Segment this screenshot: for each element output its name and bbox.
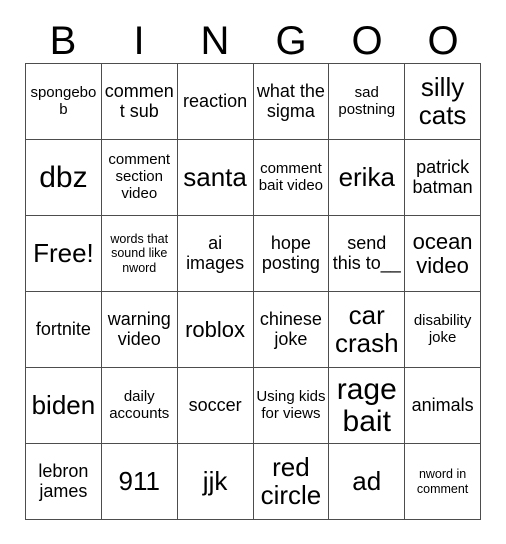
bingo-cell-label: ai images: [186, 232, 245, 273]
bingo-cell[interactable]: 911: [101, 444, 178, 520]
bingo-card: B I N G O O spongebob comment sub reaction…: [0, 0, 506, 544]
bingo-cell-label: comment section video: [108, 151, 171, 202]
bingo-cell-label: comment bait video: [258, 159, 324, 194]
bingo-cell[interactable]: comment sub: [101, 64, 178, 140]
bingo-cell-label: biden: [31, 389, 96, 420]
bingo-cell-label: 911: [118, 465, 160, 496]
bingo-cell-label: warning video: [107, 308, 171, 349]
bingo-cell[interactable]: roblox: [177, 292, 254, 368]
bingo-cell-label: spongebob: [30, 83, 97, 118]
bingo-cell[interactable]: animals: [405, 368, 481, 444]
bingo-cell[interactable]: chinese joke: [253, 292, 330, 368]
bingo-cell-label: ad: [352, 465, 382, 496]
bingo-cell[interactable]: what the sigma: [253, 64, 330, 140]
bingo-cell-label: send this to__: [332, 232, 401, 273]
header-letter-4: O: [351, 19, 383, 63]
bingo-cell-label: fortnite: [35, 318, 91, 339]
bingo-cell-label: patrick batman: [412, 156, 473, 197]
bingo-cell-label: disability joke: [413, 311, 472, 346]
bingo-cell[interactable]: comment bait video: [253, 140, 330, 216]
bingo-cell-label: daily accounts: [109, 387, 170, 422]
bingo-cell-label: soccer: [188, 394, 242, 415]
bingo-cell[interactable]: Free!: [26, 216, 102, 292]
bingo-cell[interactable]: rage bait: [329, 368, 406, 444]
bingo-cell[interactable]: hope posting: [253, 216, 330, 292]
bingo-cell-label: reaction: [183, 90, 248, 111]
bingo-cell-label: car crash: [334, 300, 399, 358]
bingo-cell[interactable]: erika: [329, 140, 406, 216]
header-letter-5: O: [427, 19, 459, 63]
bingo-header-row: B I N G O O: [25, 14, 481, 63]
bingo-cell[interactable]: sad postning: [329, 64, 406, 140]
bingo-cell-label: words that sound like nword: [110, 231, 169, 275]
bingo-cell-label: lebron james: [38, 460, 89, 501]
bingo-cell[interactable]: red circle: [253, 444, 330, 520]
bingo-cell-label: chinese joke: [259, 308, 322, 349]
bingo-cell-label: Using kids for views: [256, 387, 326, 422]
bingo-cell-label: hope posting: [261, 232, 320, 273]
bingo-cell[interactable]: santa: [177, 140, 254, 216]
bingo-cell[interactable]: ocean video: [405, 216, 481, 292]
bingo-cell-label: Free!: [33, 237, 94, 268]
bingo-cell[interactable]: biden: [26, 368, 102, 444]
bingo-cell-label: red circle: [260, 452, 322, 510]
bingo-cell[interactable]: reaction: [177, 64, 254, 140]
bingo-cell[interactable]: car crash: [329, 292, 406, 368]
header-letter-0: B: [49, 19, 77, 63]
bingo-cell[interactable]: send this to__: [329, 216, 406, 292]
bingo-cell-label: rage bait: [336, 373, 397, 438]
bingo-cell[interactable]: nword in comment: [405, 444, 481, 520]
bingo-cell[interactable]: patrick batman: [405, 140, 481, 216]
bingo-cell[interactable]: spongebob: [26, 64, 102, 140]
bingo-cell-label: what the sigma: [256, 80, 325, 121]
bingo-cell-label: silly cats: [418, 72, 467, 130]
bingo-cell-label: animals: [411, 394, 474, 415]
bingo-grid: spongebob comment sub reaction what the sig…: [25, 63, 481, 520]
bingo-cell[interactable]: fortnite: [26, 292, 102, 368]
bingo-cell[interactable]: disability joke: [405, 292, 481, 368]
bingo-cell-label: ocean video: [412, 229, 473, 278]
bingo-cell[interactable]: comment section video: [101, 140, 178, 216]
bingo-cell-label: sad postning: [338, 83, 396, 118]
bingo-cell[interactable]: dbz: [26, 140, 102, 216]
bingo-cell[interactable]: warning video: [101, 292, 178, 368]
bingo-cell[interactable]: daily accounts: [101, 368, 178, 444]
bingo-cell[interactable]: silly cats: [405, 64, 481, 140]
bingo-cell-label: comment sub: [104, 80, 174, 121]
bingo-cell[interactable]: jjk: [177, 444, 254, 520]
bingo-cell-label: jjk: [202, 465, 228, 496]
bingo-cell[interactable]: Using kids for views: [253, 368, 330, 444]
bingo-cell[interactable]: words that sound like nword: [101, 216, 178, 292]
bingo-cell[interactable]: soccer: [177, 368, 254, 444]
bingo-cell[interactable]: ai images: [177, 216, 254, 292]
bingo-cell-label: santa: [183, 161, 247, 192]
bingo-cell-label: nword in comment: [416, 467, 469, 496]
bingo-cell[interactable]: lebron james: [26, 444, 102, 520]
header-letter-3: G: [275, 19, 307, 63]
bingo-cell-label: dbz: [39, 160, 88, 194]
bingo-cell-label: roblox: [185, 316, 246, 342]
bingo-cell-label: erika: [338, 161, 395, 192]
header-letter-2: N: [200, 19, 230, 63]
bingo-cell[interactable]: ad: [329, 444, 406, 520]
header-letter-1: I: [133, 19, 145, 63]
